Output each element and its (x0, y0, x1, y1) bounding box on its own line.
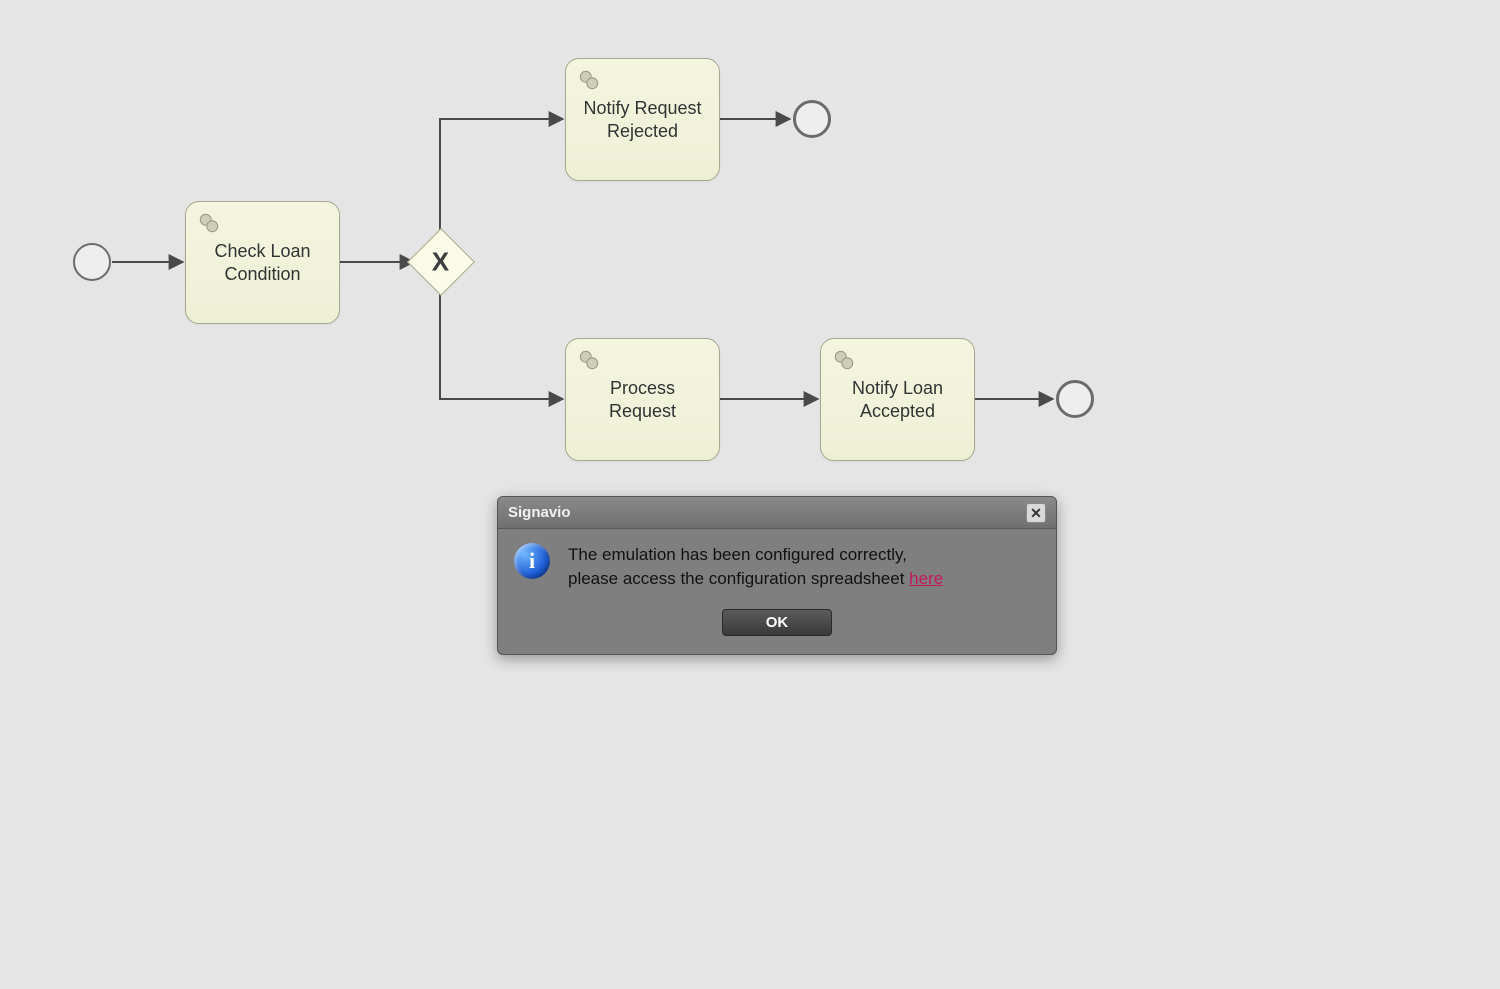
task-notify-request-rejected[interactable]: Notify Request Rejected (565, 58, 720, 181)
end-event-rejected[interactable] (793, 100, 831, 138)
config-spreadsheet-link[interactable]: here (909, 569, 943, 588)
dialog-body: i The emulation has been configured corr… (498, 529, 1056, 601)
dialog-title: Signavio (508, 504, 571, 521)
dialog-signavio: Signavio ✕ i The emulation has been conf… (497, 496, 1057, 655)
task-process-request[interactable]: Process Request (565, 338, 720, 461)
start-event[interactable] (73, 243, 111, 281)
dialog-titlebar[interactable]: Signavio ✕ (498, 497, 1056, 529)
dialog-message-line2: please access the configuration spreadsh… (568, 569, 909, 588)
ok-button[interactable]: OK (722, 609, 832, 636)
task-label: Notify Request Rejected (578, 97, 708, 142)
gateway-marker: X (432, 247, 449, 278)
task-notify-loan-accepted[interactable]: Notify Loan Accepted (820, 338, 975, 461)
task-check-loan-condition[interactable]: Check Loan Condition (185, 201, 340, 324)
service-task-icon (196, 210, 222, 242)
dialog-footer: OK (498, 601, 1056, 654)
exclusive-gateway[interactable]: X (407, 228, 475, 296)
dialog-message-line1: The emulation has been configured correc… (568, 545, 907, 564)
close-icon: ✕ (1030, 506, 1042, 520)
close-button[interactable]: ✕ (1026, 503, 1046, 523)
service-task-icon (576, 67, 602, 99)
service-task-icon (576, 347, 602, 379)
task-label: Process Request (578, 377, 708, 422)
task-label: Check Loan Condition (198, 240, 328, 285)
service-task-icon (831, 347, 857, 379)
dialog-message: The emulation has been configured correc… (568, 543, 943, 591)
info-icon: i (514, 543, 550, 579)
end-event-accepted[interactable] (1056, 380, 1094, 418)
diagram-canvas[interactable]: Check Loan Condition X Notify Request Re… (0, 0, 1384, 886)
task-label: Notify Loan Accepted (833, 377, 963, 422)
